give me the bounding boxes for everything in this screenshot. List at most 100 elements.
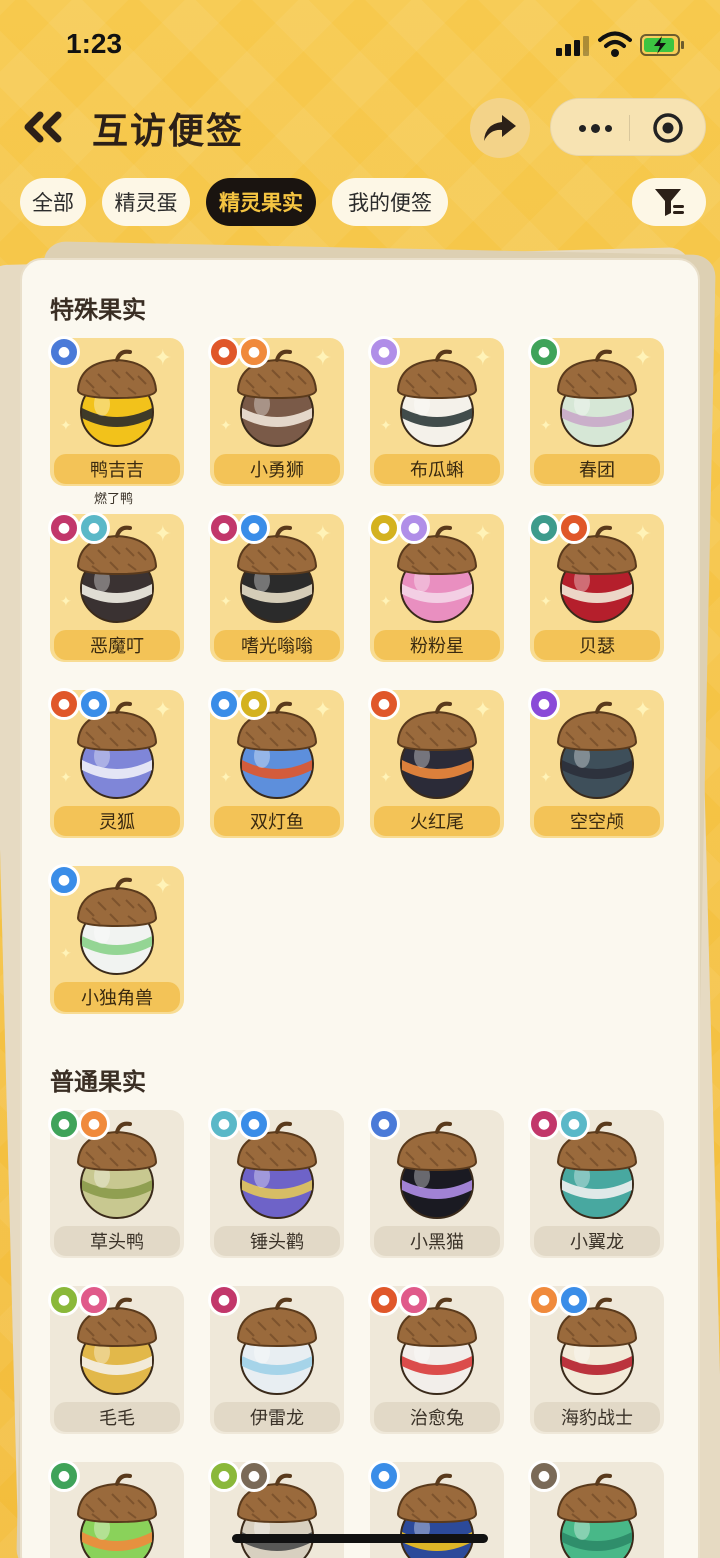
fruit-card[interactable]: ✦ ✦ ● ● 恶魔叮 [48,512,184,662]
fruit-card[interactable]: ● ● 小翼龙 [528,1108,664,1258]
element-type-icon: ● [48,1108,80,1140]
close-miniprogram-button[interactable] [651,111,685,145]
sparkle-icon: ✦ [380,770,392,786]
element-badges: ● [528,688,560,722]
battery-charging-icon [640,33,686,57]
fruit-card[interactable]: ✦ ✦ ● ● 嗜光嗡嗡 [208,512,344,662]
fruit-owner-text: 燃了鸭 [94,492,134,507]
element-type-icon: ● [368,1108,400,1140]
element-badges: ● ● [368,1284,430,1318]
sparkle-icon: ✦ [60,594,72,610]
filter-funnel-icon [655,189,684,216]
fruit-card[interactable]: ✦ ✦ ● 小独角兽 [48,864,184,1014]
element-badges: ● ● [208,688,270,722]
fruit-card[interactable]: ● [528,1460,664,1558]
element-type-icon: ● [558,1284,590,1316]
fruit-name-label: 贝瑟 [534,630,660,660]
fruit-card[interactable]: ● ● 毛毛 [48,1284,184,1434]
element-type-icon: ● [48,688,80,720]
element-badges: ● ● [48,512,110,546]
element-badges: ● ● [528,1108,590,1142]
element-badges: ● [208,1284,240,1318]
element-type-icon: ● [528,1108,560,1140]
nav-header: 互访便签 [0,96,720,160]
sparkle-icon: ✦ [220,594,232,610]
element-badges: ● ● [48,1108,110,1142]
more-options-button[interactable] [571,113,619,143]
element-type-icon: ● [208,1284,240,1316]
tab-all[interactable]: 全部 [20,178,86,226]
element-type-icon: ● [238,688,270,720]
capsule-divider [629,115,630,141]
page-title: 互访便签 [92,111,245,152]
fruit-card[interactable]: ✦ ✦ ● 布瓜蝌 [368,336,504,486]
fruit-name-label: 空空颅 [534,806,660,836]
tab-spirit-egg[interactable]: 精灵蛋 [102,178,190,226]
fruit-card[interactable]: ● ● 治愈兔 [368,1284,504,1434]
fruit-acorn-icon [396,1473,478,1558]
miniprogram-capsule [550,98,706,156]
fruit-acorn-icon [396,349,478,447]
section-title-normal: 普通果实 [50,1068,146,1096]
fruit-card[interactable]: ✦ ✦ ● 火红尾 [368,688,504,838]
tab-my-notes[interactable]: 我的便签 [332,178,448,226]
fruit-name-label: 小翼龙 [534,1226,660,1256]
fruit-acorn-icon [76,877,158,975]
fruit-card[interactable]: ● ● 锤头鹳 [208,1108,344,1258]
element-type-icon: ● [398,1284,430,1316]
fruit-card[interactable]: ✦ ✦ ● 鸭吉吉 [48,336,184,486]
element-badges: ● [368,1460,400,1494]
category-tabs: 全部 精灵蛋 精灵果实 我的便签 [20,178,710,226]
fruit-name-label: 锤头鹳 [214,1226,340,1256]
element-type-icon: ● [528,512,560,544]
fruit-card[interactable]: ✦ ✦ ● ● 粉粉星 [368,512,504,662]
tab-spirit-fruit[interactable]: 精灵果实 [206,178,316,226]
fruit-name-label: 伊雷龙 [214,1402,340,1432]
share-button[interactable] [470,98,530,158]
fruit-acorn-icon [396,701,478,799]
element-type-icon: ● [368,512,400,544]
fruit-card[interactable]: ● 伊雷龙 [208,1284,344,1434]
fruit-card[interactable]: ✦ ✦ ● ● 灵狐 [48,688,184,838]
home-indicator [232,1534,488,1543]
fruit-card[interactable]: ● 小黑猫 [368,1108,504,1258]
fruit-name-label: 火红尾 [374,806,500,836]
fruit-card[interactable]: ● [48,1460,184,1558]
fruit-card[interactable]: ✦ ✦ ● 春团 [528,336,664,486]
fruit-acorn-icon [396,1121,478,1219]
sparkle-icon: ✦ [220,418,232,434]
fruit-acorn-icon [76,1473,158,1558]
fruit-name-label: 草头鸭 [54,1226,180,1256]
fruit-card[interactable]: ✦ ✦ ● ● 小勇狮 [208,336,344,486]
fruit-name-label: 布瓜蝌 [374,454,500,484]
sparkle-icon: ✦ [540,418,552,434]
target-circle-icon [653,113,683,143]
fruit-name-label: 毛毛 [54,1402,180,1432]
sparkle-icon: ✦ [60,770,72,786]
fruit-name-label: 双灯鱼 [214,806,340,836]
element-type-icon: ● [78,688,110,720]
element-type-icon: ● [78,1284,110,1316]
fruit-card[interactable]: ● ● [208,1460,344,1558]
element-badges: ● ● [48,688,110,722]
element-type-icon: ● [558,512,590,544]
fruit-card[interactable]: ✦ ✦ ● 空空颅 [528,688,664,838]
fruit-card[interactable]: ● ● 草头鸭 [48,1108,184,1258]
fruit-name-label: 海豹战士 [534,1402,660,1432]
element-type-icon: ● [238,512,270,544]
element-type-icon: ● [208,688,240,720]
element-type-icon: ● [208,1108,240,1140]
fruit-card[interactable]: ✦ ✦ ● ● 双灯鱼 [208,688,344,838]
fruit-name-label: 灵狐 [54,806,180,836]
fruit-card[interactable]: ● [368,1460,504,1558]
fruit-acorn-icon [556,349,638,447]
filter-button[interactable] [632,178,706,226]
element-badges: ● ● [528,512,590,546]
element-type-icon: ● [48,512,80,544]
status-bar: 1:23 [0,0,720,90]
back-button[interactable] [20,104,66,150]
fruit-card[interactable]: ✦ ✦ ● ● 贝瑟 [528,512,664,662]
fruit-card[interactable]: ● ● 海豹战士 [528,1284,664,1434]
section-title-special: 特殊果实 [50,296,146,324]
element-badges: ● [528,336,560,370]
